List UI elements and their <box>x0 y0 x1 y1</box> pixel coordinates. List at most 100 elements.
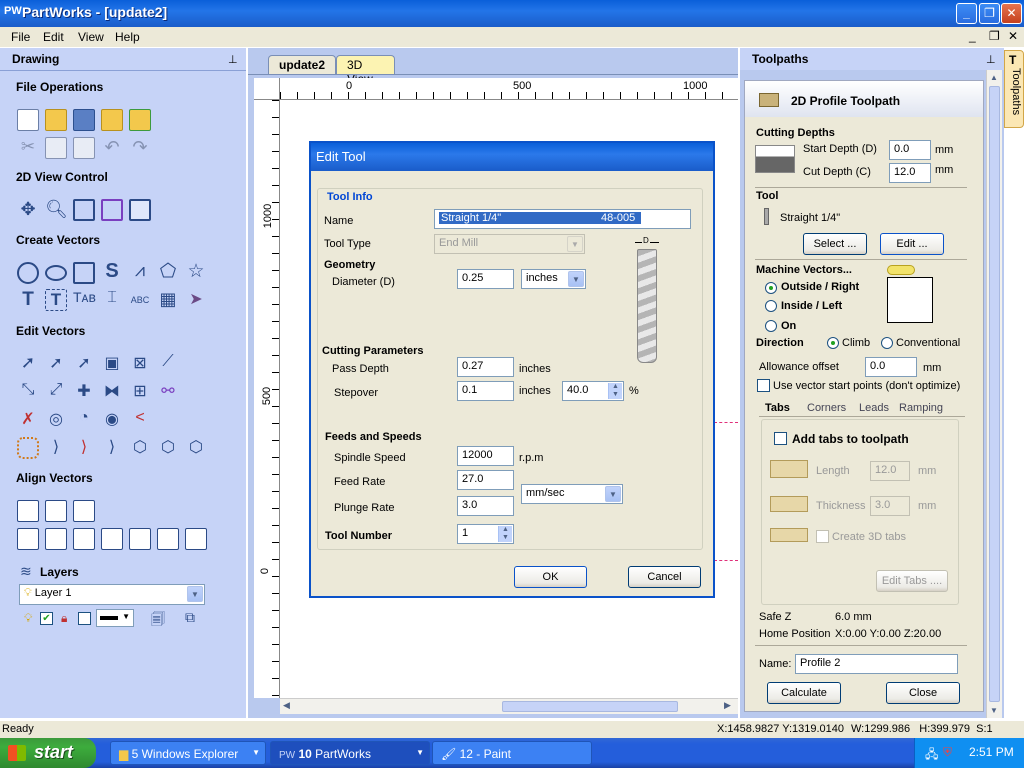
smooth-icon[interactable]: ⬡ <box>129 437 151 459</box>
horizontal-scrollbar[interactable]: ◀ ▶ <box>280 698 738 714</box>
nest-icon[interactable]: ⚯ <box>157 381 179 403</box>
vector-start-checkbox[interactable] <box>757 379 770 392</box>
tool-name-input[interactable]: Straight 1/4" 48-005 <box>434 209 691 229</box>
paste-icon[interactable] <box>73 137 95 159</box>
trim-icon[interactable]: ✗ <box>17 409 39 431</box>
ellipse-icon[interactable] <box>45 265 67 281</box>
length-input[interactable]: 12.0 <box>870 461 910 481</box>
maximize-button[interactable]: ❐ <box>979 3 1000 24</box>
import-icon[interactable] <box>101 109 123 131</box>
layer-properties-icon[interactable]: 🗐︎ <box>151 609 165 633</box>
toolpaths-side-tab[interactable]: T Toolpaths <box>1004 50 1024 128</box>
undo-icon[interactable]: ↶ <box>101 137 123 159</box>
intersect-icon[interactable]: ◉ <box>101 409 123 431</box>
text-arc-icon[interactable]: Tᴀʙ <box>73 289 96 311</box>
toolpaths-scrollbar[interactable]: ▲ ▼ <box>986 70 1002 718</box>
rate-unit-select[interactable]: mm/sec ▼ <box>521 484 623 504</box>
minimize-button[interactable]: _ <box>956 3 977 24</box>
layer-color-box[interactable] <box>78 612 91 625</box>
spindle-speed-input[interactable]: 12000 <box>457 446 514 466</box>
clipart-icon[interactable]: ▦ <box>157 289 179 311</box>
taskbar-item-partworks[interactable]: PW 10 PartWorks ▼ <box>270 741 430 765</box>
tab-ramping[interactable]: Ramping <box>899 402 943 414</box>
ok-button[interactable]: OK <box>514 566 587 588</box>
ungroup-icon[interactable]: ⊠ <box>129 353 151 375</box>
edit-tabs-button[interactable]: Edit Tabs .... <box>876 570 948 592</box>
mdi-restore-icon[interactable]: ❐ <box>989 29 1000 43</box>
trace-icon[interactable]: ➤ <box>185 289 207 311</box>
align-top-icon[interactable] <box>101 528 123 550</box>
cut-icon[interactable]: ✂ <box>17 137 39 159</box>
star-icon[interactable]: ☆ <box>185 260 207 282</box>
diameter-unit-select[interactable]: inches ▼ <box>521 269 586 289</box>
rectangle-icon[interactable] <box>73 262 95 284</box>
edit-tool-button[interactable]: Edit ... <box>880 233 944 255</box>
spinner-icon[interactable]: ▲ ▼ <box>608 383 622 399</box>
tool-type-select[interactable]: End Mill ▼ <box>434 234 585 254</box>
zoom-selection-icon[interactable] <box>101 199 123 221</box>
start-depth-input[interactable]: 0.0 <box>889 140 931 160</box>
toolpath-name-input[interactable]: Profile 2 <box>795 654 958 674</box>
scroll-thumb[interactable] <box>989 86 1000 702</box>
scroll-up-icon[interactable]: ▲ <box>990 73 998 82</box>
space-horizontal-icon[interactable] <box>157 528 179 550</box>
network-icon[interactable]: 🖧︎ <box>925 745 938 766</box>
tab-3d-view[interactable]: 3D View <box>336 55 395 86</box>
extend-icon[interactable]: ⟩ <box>101 437 123 459</box>
redo-icon[interactable]: ↷ <box>129 137 151 159</box>
tab-leads[interactable]: Leads <box>859 402 889 414</box>
save-icon[interactable] <box>73 109 95 131</box>
taskbar-item-explorer[interactable]: ▆ 5 Windows Explorer ▼ <box>110 741 266 765</box>
on-radio[interactable] <box>765 320 777 332</box>
close-button[interactable]: ✕ <box>1001 3 1022 24</box>
close-vector-icon[interactable]: ⟩ <box>73 437 95 459</box>
tool-number-input[interactable]: 1 ▲ ▼ <box>457 524 514 544</box>
climb-radio[interactable] <box>827 337 839 349</box>
cut-depth-input[interactable]: 12.0 <box>889 163 931 183</box>
scroll-left-icon[interactable]: ◀ <box>283 700 290 711</box>
offset-icon[interactable]: < <box>129 409 151 431</box>
rotate-icon[interactable]: ⤢ <box>45 381 67 403</box>
align-horizontal-center-icon[interactable] <box>45 500 67 522</box>
align-vertical-center-icon[interactable] <box>73 500 95 522</box>
align-left-edge-icon[interactable] <box>45 528 67 550</box>
new-file-icon[interactable] <box>17 109 39 131</box>
copy-icon[interactable] <box>45 137 67 159</box>
scale-icon[interactable]: ⤡ <box>17 381 39 403</box>
menu-help[interactable]: Help <box>115 30 140 44</box>
scroll-right-icon[interactable]: ▶ <box>724 700 731 711</box>
calculate-button[interactable]: Calculate <box>767 682 841 704</box>
circle-icon[interactable] <box>17 262 39 284</box>
menu-file[interactable]: File <box>11 30 30 44</box>
stepover-percent-input[interactable]: 40.0 ▲ ▼ <box>562 381 624 401</box>
mirror-icon[interactable]: ⧓ <box>101 381 123 403</box>
clock[interactable]: 2:51 PM <box>969 745 1014 759</box>
layer-visible-icon[interactable]: 💡︎ <box>24 611 32 626</box>
plunge-rate-input[interactable]: 3.0 <box>457 496 514 516</box>
stepover-input[interactable]: 0.1 <box>457 381 514 401</box>
scroll-thumb[interactable] <box>502 701 678 712</box>
weld-icon[interactable]: ◎ <box>45 409 67 431</box>
inside-left-radio[interactable] <box>765 300 777 312</box>
export-icon[interactable] <box>129 109 151 131</box>
pin-icon[interactable]: ⊥ <box>986 53 996 66</box>
mdi-close-icon[interactable]: ✕ <box>1008 29 1018 43</box>
transform-icon[interactable]: ➚ <box>73 353 95 375</box>
layer-manager-icon[interactable]: ⧉ <box>185 609 195 626</box>
zoom-icon[interactable]: 🔍︎ <box>45 199 68 221</box>
group-icon[interactable]: ▣ <box>101 353 123 375</box>
line-color-select[interactable]: ▼ <box>96 609 134 627</box>
scroll-down-icon[interactable]: ▼ <box>990 706 998 715</box>
join-icon[interactable]: ⟩ <box>45 437 67 459</box>
tab-update2[interactable]: update2 <box>268 55 336 74</box>
pass-depth-input[interactable]: 0.27 <box>457 357 514 377</box>
tab-corners[interactable]: Corners <box>807 402 846 414</box>
align-bottom-icon[interactable] <box>129 528 151 550</box>
array-icon[interactable]: ⊞ <box>129 381 151 403</box>
taskbar-item-paint[interactable]: 🖌︎ 12 - Paint <box>432 741 592 765</box>
outside-right-radio[interactable] <box>765 282 777 294</box>
close-panel-button[interactable]: Close <box>886 682 960 704</box>
node-edit-icon[interactable]: ➚ <box>45 353 67 375</box>
text-abc-icon[interactable]: ABC <box>129 289 151 311</box>
allowance-input[interactable]: 0.0 <box>865 357 917 377</box>
